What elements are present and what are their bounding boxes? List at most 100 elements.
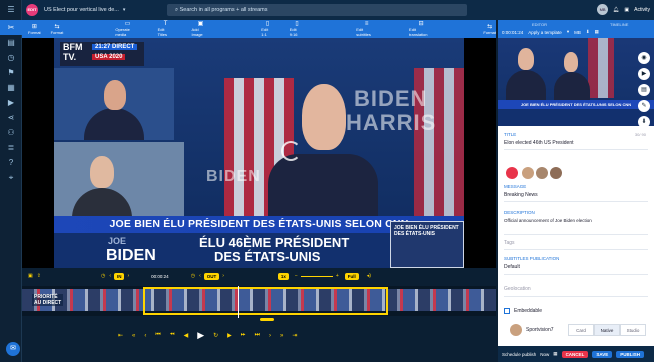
in-button[interactable]: IN (113, 272, 125, 280)
next-icon[interactable]: › (127, 273, 129, 279)
clip-selection[interactable] (143, 287, 388, 315)
pin-icon[interactable]: ⌖ (0, 170, 22, 185)
activity-label[interactable]: Activity (634, 7, 650, 13)
mode-option-native[interactable]: Native (594, 324, 620, 336)
share-icon[interactable]: ⋖ (0, 110, 22, 125)
step-forward-icon[interactable]: ▶ (227, 332, 232, 339)
search-input[interactable]: ⌕ Search in all programs + all streams (167, 4, 467, 16)
mode-option-card[interactable]: Card (568, 324, 594, 336)
editor-header[interactable]: EDITOR (532, 22, 547, 27)
video-player[interactable]: BIDEN HARRIS BIDEN BFM TV. 21:27 DIRECT … (22, 38, 496, 268)
zoom-select[interactable]: Full (344, 272, 359, 280)
toolbar-item-4[interactable]: ▣ Add Image (192, 21, 210, 37)
grid-icon[interactable]: ▦ (0, 80, 22, 95)
rewind-1-icon[interactable]: ‹ (144, 333, 146, 339)
toolbar-item-1[interactable]: ⇆ Format (51, 24, 64, 35)
download-icon[interactable]: ⬇ (638, 116, 650, 128)
scroll-thumb[interactable] (260, 318, 274, 321)
mode-option-studio[interactable]: Studio (620, 324, 646, 336)
layers-icon[interactable]: ▤ (638, 84, 650, 96)
message-field[interactable]: Breaking News (504, 192, 538, 198)
forward-10-icon[interactable]: ⇥ (292, 332, 297, 339)
embeddable-checkbox[interactable] (504, 308, 510, 314)
zoom-in-icon[interactable]: + (336, 273, 339, 279)
save-button[interactable]: SAVE (592, 350, 613, 358)
now-label[interactable]: Now (540, 352, 549, 357)
timeline-header[interactable]: TIMELINE (610, 22, 628, 27)
snapshot-icon[interactable]: ▣ (28, 273, 33, 279)
zoom-slider[interactable] (300, 275, 333, 277)
run-icon[interactable]: ⚑ (0, 65, 22, 80)
video-icon[interactable]: ▶ (0, 95, 22, 110)
layers-icon[interactable]: ▤ (0, 35, 22, 50)
template-select[interactable]: Apply a template (528, 30, 562, 35)
grid-icon[interactable]: ▦ (595, 29, 599, 35)
subtitles-select[interactable]: Default (504, 264, 520, 270)
forward-5-icon[interactable]: » (280, 333, 283, 339)
account-avatar[interactable] (510, 324, 522, 336)
publish-button[interactable]: PUBLISH (616, 350, 644, 358)
add-account-icon[interactable] (506, 167, 518, 179)
geolocation-field[interactable]: Geolocation (504, 286, 531, 292)
chat-icon[interactable]: ✉ (6, 342, 20, 356)
skip-end-icon[interactable]: ⏭︎ (255, 332, 260, 339)
toolbar-item-2[interactable]: ▭ Operate media (115, 21, 139, 37)
camera-icon[interactable]: ◉ (638, 52, 650, 64)
activity-icon[interactable]: ▣ (624, 7, 629, 13)
help-icon[interactable]: ? (0, 155, 22, 170)
avatar[interactable]: MB (597, 4, 609, 15)
toolbar-item-8[interactable]: ⊟ Edit translation (409, 21, 433, 37)
scissors-icon[interactable]: ✂ (0, 20, 22, 35)
account-avatar[interactable] (522, 167, 534, 179)
description-field[interactable]: Official announcement of Joe Biden elect… (504, 218, 592, 223)
cancel-button[interactable]: CANCEL (561, 350, 589, 358)
toolbar-item-5[interactable]: ▯ Edit 1:1 (261, 21, 273, 37)
chevron-down-icon[interactable]: ▾ (567, 29, 569, 35)
playhead[interactable] (238, 286, 239, 318)
toolbar-item-7[interactable]: ≡ Edit subtitles (356, 21, 377, 37)
title-field[interactable]: Elon elected 46th US President (504, 140, 574, 146)
clock-icon[interactable]: ◷ (0, 50, 22, 65)
toolbar-item-6[interactable]: ▯ Edit 9:16 (290, 21, 304, 37)
download-icon[interactable]: ⬇ (586, 29, 590, 35)
toolbar-item-0[interactable]: ⊞ Format (28, 24, 41, 35)
next-icon[interactable]: › (222, 273, 224, 279)
list-icon[interactable]: ≣ (0, 140, 22, 155)
calendar-icon[interactable]: ▦ (553, 351, 557, 357)
user-initials[interactable]: MB (574, 30, 581, 35)
export-icon[interactable]: ⇪ (37, 273, 41, 279)
timeline-scrollbar[interactable] (22, 318, 496, 322)
in-clock-icon[interactable]: ◷ (101, 273, 105, 279)
play-icon[interactable]: ▶ (197, 330, 204, 341)
account-avatar[interactable] (536, 167, 548, 179)
toolbar-item-9[interactable]: ⇆ Format (483, 24, 496, 35)
project-title[interactable]: US Elect pour vertical live de... (44, 7, 119, 13)
volume-icon[interactable]: ◂) (367, 273, 371, 279)
menu-icon[interactable]: ☰ (0, 0, 22, 20)
lower-name: BIDEN (106, 247, 156, 264)
rewind-10-icon[interactable]: ⇤ (118, 332, 123, 339)
people-icon[interactable]: ⚇ (0, 125, 22, 140)
zoom-out-icon[interactable]: − (295, 273, 298, 279)
forward-1-icon[interactable]: › (269, 333, 271, 339)
prev-icon[interactable]: ‹ (109, 273, 111, 279)
frame-forward-icon[interactable]: ⏩︎ (241, 332, 246, 339)
play-icon[interactable]: ▶ (638, 68, 650, 80)
speed-toggle[interactable]: 1x (277, 272, 289, 280)
frame-back-icon[interactable]: ⏪︎ (170, 332, 175, 339)
rewind-5-icon[interactable]: « (132, 333, 135, 339)
step-back-icon[interactable]: ◀ (184, 332, 189, 339)
loop-icon[interactable]: ↻ (213, 332, 218, 339)
account-name[interactable]: Sportvision7 (526, 327, 554, 333)
account-avatar[interactable] (550, 167, 562, 179)
skip-start-icon[interactable]: ⏮︎ (155, 332, 160, 339)
prev-icon[interactable]: ‹ (199, 273, 201, 279)
toolbar-item-3[interactable]: T Edit Titles (158, 21, 174, 37)
edit-icon[interactable]: ✎ (638, 100, 650, 112)
tags-field[interactable]: Tags (504, 240, 515, 246)
harris-wall-text: HARRIS (346, 110, 437, 135)
chevron-down-icon[interactable]: ▾ (123, 7, 126, 13)
out-button[interactable]: OUT (203, 272, 220, 280)
bell-icon[interactable]: 🔔︎ (613, 7, 619, 13)
out-clock-icon[interactable]: ◷ (191, 273, 195, 279)
